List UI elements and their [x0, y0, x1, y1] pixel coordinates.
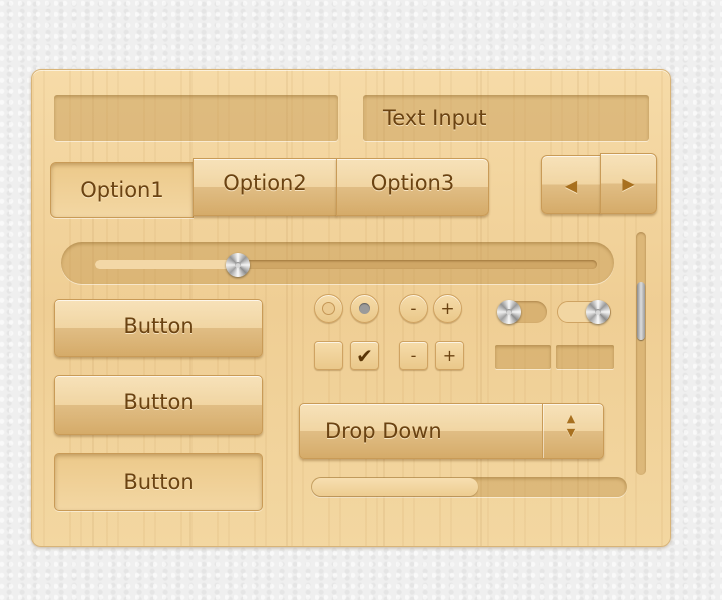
small-field-1[interactable] [495, 345, 551, 369]
round-minus-button[interactable]: - [399, 294, 428, 323]
square-plus-button[interactable]: + [435, 341, 464, 370]
button-1-label: Button [123, 314, 194, 338]
segment-option1-label: Option1 [80, 178, 164, 202]
radio-selected[interactable] [350, 294, 379, 323]
round-plus-button[interactable]: + [433, 294, 462, 323]
arrow-left-icon: ◀ [564, 176, 578, 195]
plus-icon: + [440, 298, 455, 319]
blank-text-field[interactable] [54, 95, 338, 141]
wood-ui-kit-panel: Text Input Option1 Option2 Option3 ◀ ▶ B… [31, 69, 671, 547]
dropdown-arrows[interactable]: ▲ ▼ [556, 412, 586, 440]
arrow-right-button[interactable]: ▶ [600, 153, 657, 214]
checkbox-unchecked[interactable] [314, 341, 343, 370]
plus-icon: + [442, 346, 457, 365]
square-minus-button[interactable]: - [399, 341, 428, 370]
vertical-scrollbar[interactable] [636, 232, 646, 475]
dropdown-label: Drop Down [325, 419, 442, 443]
radio-unselected[interactable] [314, 294, 343, 323]
chevron-up-icon: ▲ [566, 412, 576, 425]
minus-icon: - [410, 346, 417, 365]
slider-fill [95, 260, 239, 269]
arrow-left-button[interactable]: ◀ [541, 155, 601, 214]
button-1[interactable]: Button [54, 299, 263, 357]
progress-bar [311, 477, 627, 497]
small-field-2[interactable] [556, 345, 614, 369]
slider-knob[interactable] [226, 253, 250, 277]
radio-empty-dot-icon [322, 302, 335, 315]
segment-option1[interactable]: Option1 [50, 162, 194, 218]
checkmark-icon: ✔ [356, 343, 373, 368]
radio-filled-dot-icon [359, 303, 370, 314]
segment-option3[interactable]: Option3 [336, 158, 489, 216]
chevron-down-icon: ▼ [566, 426, 576, 439]
checkbox-checked[interactable]: ✔ [350, 341, 379, 370]
toggle-on-knob [586, 300, 610, 324]
dropdown[interactable]: Drop Down ▲ ▼ [299, 403, 604, 459]
slider-track[interactable] [95, 260, 597, 269]
button-2[interactable]: Button [54, 375, 263, 435]
button-3-label: Button [123, 470, 194, 494]
segment-option3-label: Option3 [370, 171, 455, 195]
button-3[interactable]: Button [54, 453, 263, 511]
button-2-label: Button [123, 390, 194, 414]
text-input-field[interactable]: Text Input [363, 95, 649, 141]
segment-option2-label: Option2 [223, 171, 307, 195]
toggle-off-knob [497, 300, 521, 324]
progress-fill [312, 478, 478, 496]
dropdown-divider [542, 404, 543, 458]
minus-icon: - [410, 298, 417, 319]
segment-option2[interactable]: Option2 [193, 158, 337, 216]
text-input-placeholder: Text Input [383, 106, 487, 130]
arrow-right-icon: ▶ [622, 174, 635, 193]
scrollbar-thumb[interactable] [637, 282, 645, 340]
toggle-off[interactable] [497, 300, 547, 324]
toggle-on[interactable] [557, 300, 611, 324]
